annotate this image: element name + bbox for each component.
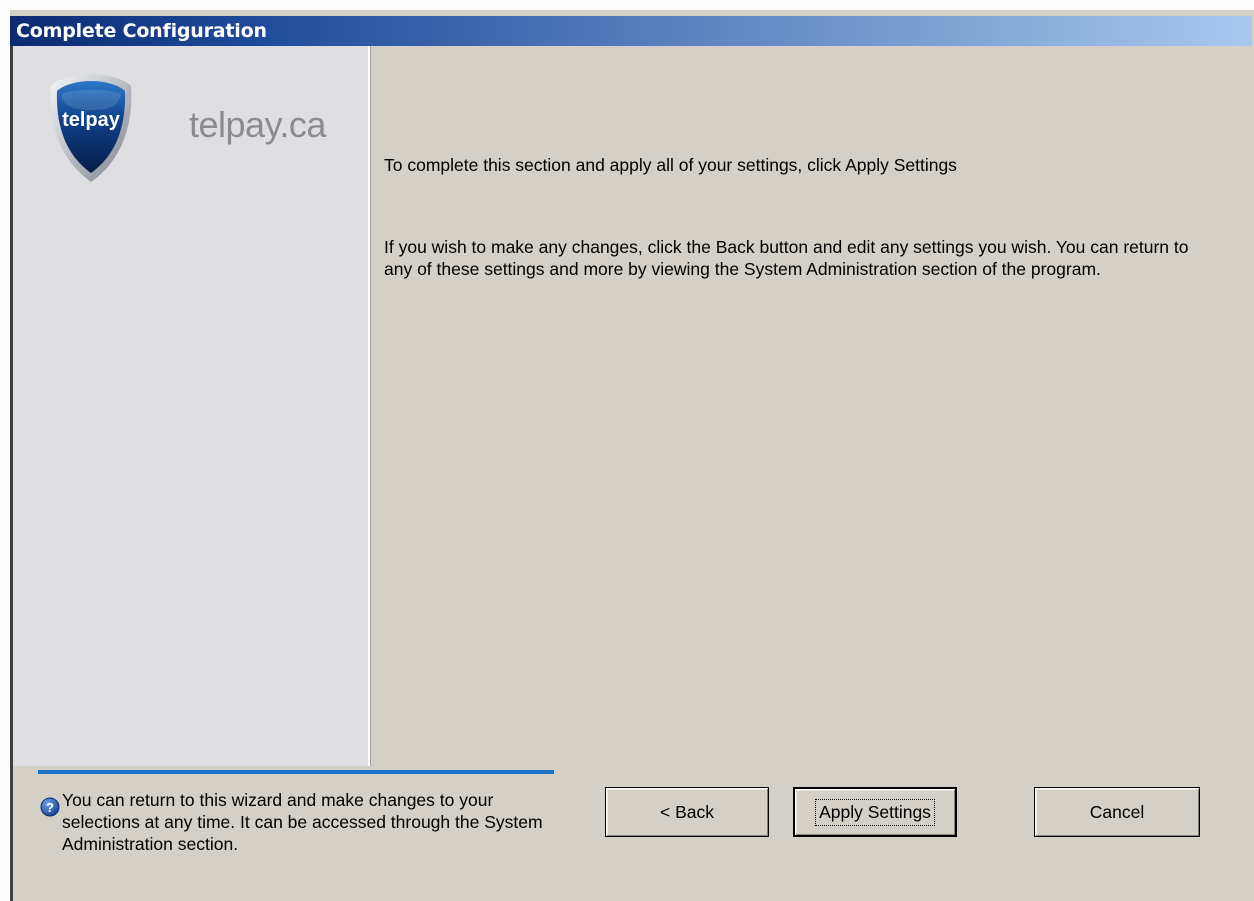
svg-text:?: ? [46,800,54,815]
help-text: You can return to this wizard and make c… [62,790,543,854]
site-name: telpay.ca [189,104,326,145]
apply-settings-button[interactable]: Apply Settings [793,787,957,837]
telpay-shield-logo: telpay [50,74,132,182]
footer-divider [38,770,554,774]
cancel-button[interactable]: Cancel [1034,787,1200,837]
apply-settings-label: Apply Settings [815,798,935,826]
back-button[interactable]: < Back [605,787,769,837]
instruction-text: To complete this section and apply all o… [384,155,957,175]
title-bar: Complete Configuration [10,16,1252,46]
window-title: Complete Configuration [16,20,267,42]
help-icon: ? [40,797,60,817]
details-text: If you wish to make any changes, click t… [384,237,1189,279]
sidebar-panel: telpay telpay.ca [13,46,370,766]
content-panel: To complete this section and apply all o… [370,46,1250,766]
logo-wordmark: telpay [62,109,121,131]
